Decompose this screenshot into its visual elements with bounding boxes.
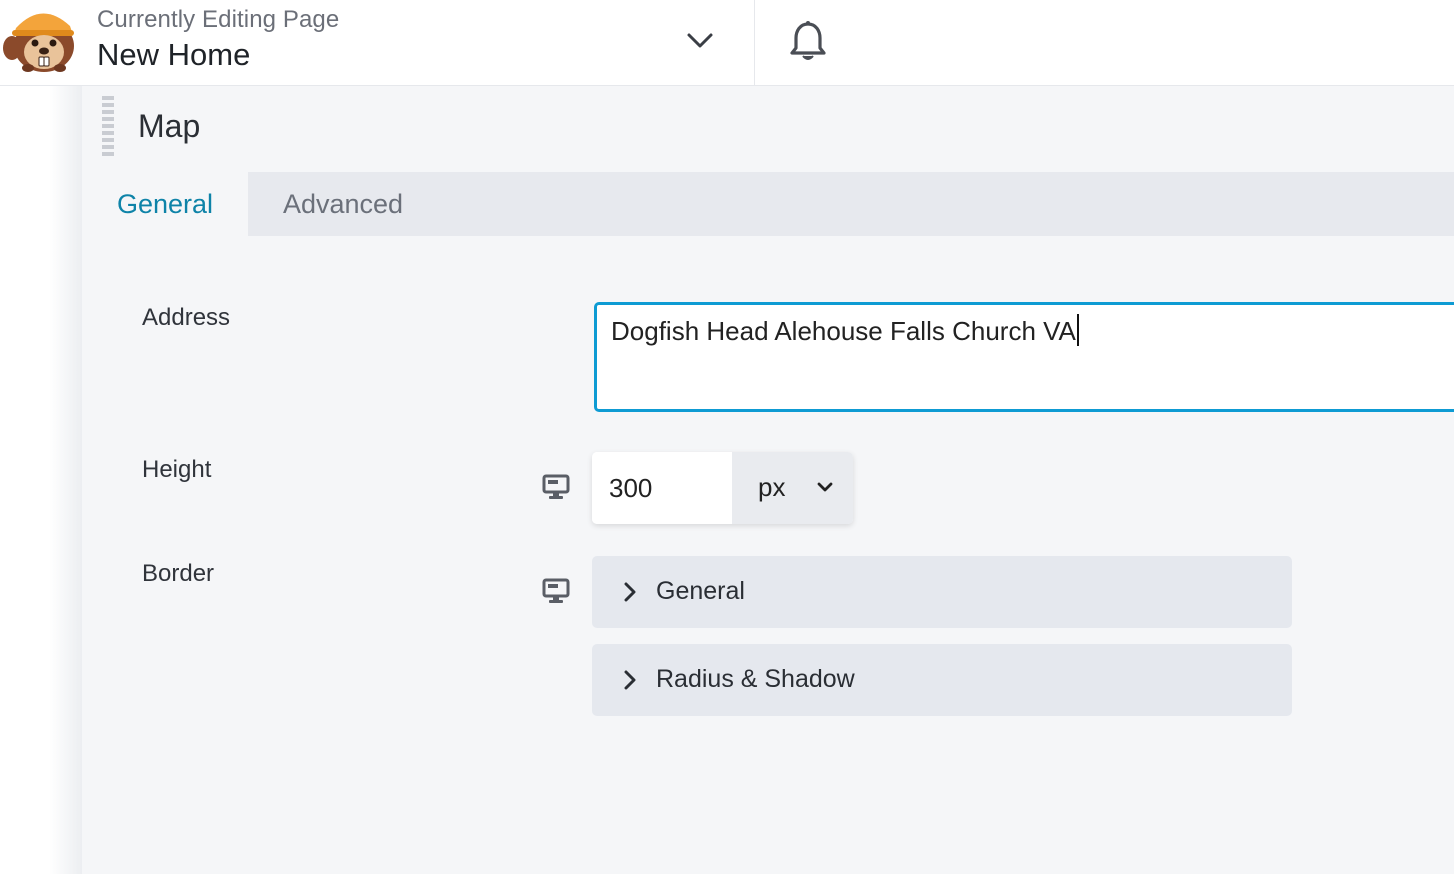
border-radius-shadow-section[interactable]: Radius & Shadow [592,644,1292,716]
address-label: Address [142,304,231,331]
height-unit-field: 300 px [592,452,853,524]
tab-bar: General Advanced [82,172,1454,236]
tab-advanced[interactable]: Advanced [248,172,438,236]
chevron-right-icon [624,582,636,602]
desktop-icon[interactable] [542,578,570,604]
text-caret [1076,314,1079,346]
unit-select[interactable]: px [732,452,853,524]
bell-icon[interactable] [788,20,828,64]
panel-title: Map [138,108,201,144]
chevron-down-icon[interactable] [684,26,716,54]
beaver-logo-icon [3,13,74,72]
border-general-label: General [656,577,745,605]
chevron-down-icon [817,482,833,492]
top-bar: Currently Editing Page New Home [0,0,1454,86]
height-label: Height [142,456,212,483]
chevron-right-icon [624,670,636,690]
page-switcher[interactable]: Currently Editing Page New Home [0,0,755,85]
border-general-section[interactable]: General [592,556,1292,628]
panel-header: Map [82,86,1454,172]
editing-label: Currently Editing Page [97,6,340,33]
panel-shadow [0,86,82,874]
border-label: Border [142,560,215,587]
tab-general[interactable]: General [82,172,248,236]
settings-panel: Map General Advanced Address Dogfish Hea… [82,86,1454,874]
height-input[interactable]: 300 [592,452,732,524]
address-value: Dogfish Head Alehouse Falls Church VA [611,316,1076,346]
drag-handle[interactable] [102,96,116,158]
desktop-icon[interactable] [542,474,570,500]
border-radius-shadow-label: Radius & Shadow [656,665,855,693]
page-name: New Home [97,37,251,72]
address-input[interactable]: Dogfish Head Alehouse Falls Church VA [594,302,1454,412]
unit-value: px [758,472,786,502]
